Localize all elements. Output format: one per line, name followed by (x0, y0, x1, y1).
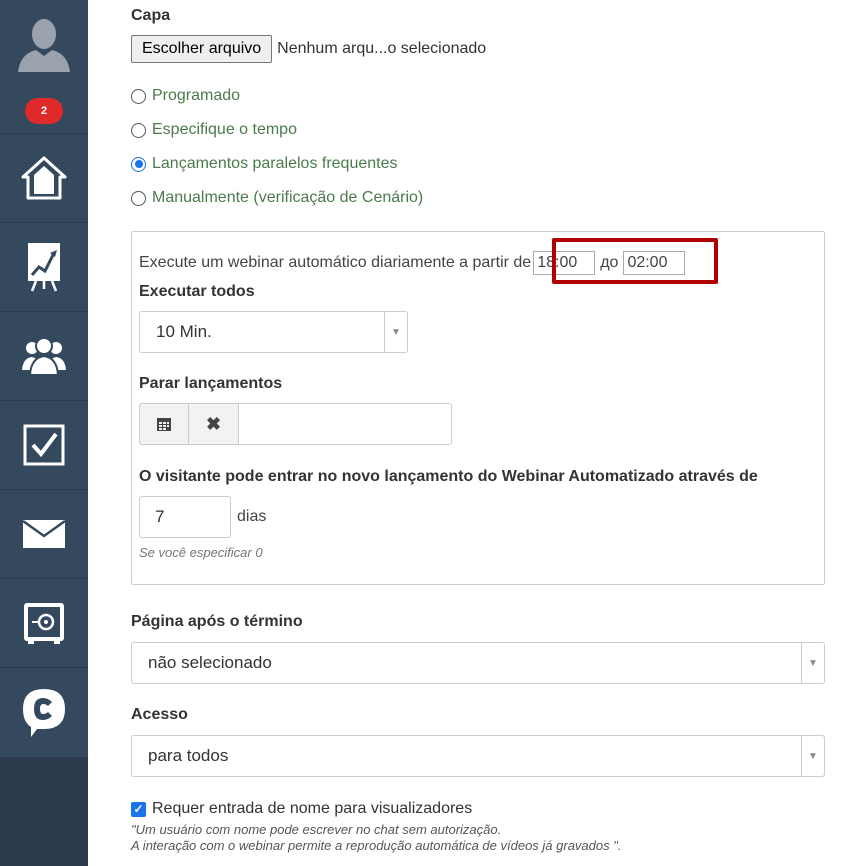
notification-row[interactable]: 2 (0, 88, 88, 134)
days-unit: dias (237, 508, 267, 525)
access-select[interactable]: para todos ▼ (131, 735, 825, 777)
sidebar-item-home[interactable] (0, 134, 88, 223)
sidebar-nav: 2 (0, 0, 88, 757)
calendar-icon (157, 418, 171, 431)
mail-icon (22, 519, 66, 548)
stop-date-group: ✖ (139, 403, 452, 445)
close-icon: ✖ (205, 413, 222, 434)
radio-button[interactable] (131, 88, 146, 104)
cover-label: Capa (131, 7, 171, 24)
highlight-box (552, 238, 718, 284)
require-name-checkbox-row[interactable]: ✓ Requer entrada de nome para visualizad… (131, 800, 472, 818)
require-name-label: Requer entrada de nome para visualizador… (152, 800, 473, 817)
cover-file-picker: Escolher arquivo Nenhum arqu...o selecio… (131, 35, 486, 63)
sidebar-item-mail[interactable] (0, 490, 88, 579)
stop-date-input[interactable] (239, 403, 452, 445)
days-hint: Se você especificar 0 (139, 545, 263, 560)
sidebar-item-users[interactable] (0, 312, 88, 401)
safe-icon (24, 603, 64, 644)
clear-date-button[interactable]: ✖ (189, 403, 239, 445)
file-status: Nenhum arqu...o selecionado (277, 40, 487, 57)
visitor-join-label: O visitante pode entrar no novo lançamen… (139, 468, 758, 485)
stop-launches-label: Parar lançamentos (139, 375, 283, 392)
radio-scheduled[interactable]: Programado (131, 87, 240, 105)
run-every-value: 10 Min. (156, 322, 212, 341)
radio-parallel-launches[interactable]: Lançamentos paralelos frequentes (131, 155, 398, 173)
sidebar-item-analytics[interactable] (0, 223, 88, 312)
radio-specify-time[interactable]: Especifique o tempo (131, 121, 297, 139)
chart-board-icon (28, 243, 60, 292)
days-input[interactable]: 7 (139, 496, 231, 538)
user-avatar-icon (18, 19, 70, 72)
radio-button[interactable] (131, 190, 146, 206)
calendar-button[interactable] (139, 403, 189, 445)
radio-label: Programado (152, 87, 241, 104)
radio-label: Especifique o tempo (152, 121, 297, 138)
radio-manual[interactable]: Manualmente (verificação de Cenário) (131, 189, 423, 207)
choose-file-button[interactable]: Escolher arquivo (131, 35, 273, 63)
page-after-select[interactable]: não selecionado ▼ (131, 642, 825, 684)
run-every-label: Executar todos (139, 283, 255, 300)
sidebar-item-chat[interactable] (0, 668, 88, 757)
sidebar-item-storage[interactable] (0, 579, 88, 668)
require-name-note-line1: "Um usuário com nome pode escrever no ch… (131, 822, 502, 837)
home-icon (21, 156, 67, 200)
dropdown-arrow-icon[interactable]: ▼ (801, 736, 824, 776)
days-row: 7 dias (139, 496, 266, 538)
schedule-prefix: Execute um webinar automático diariament… (139, 254, 532, 271)
chat-logo-icon (23, 688, 65, 737)
dropdown-arrow-icon[interactable]: ▼ (384, 312, 407, 352)
require-name-checkbox[interactable]: ✓ (131, 801, 146, 817)
notification-badge: 2 (25, 97, 63, 124)
radio-button[interactable] (131, 122, 146, 138)
require-name-note-line2: A interação com o webinar permite a repr… (131, 838, 622, 853)
page-after-value: não selecionado (148, 653, 272, 672)
run-every-select[interactable]: 10 Min. ▼ (139, 311, 408, 353)
sidebar-item-tasks[interactable] (0, 401, 88, 490)
sidebar: 2 (0, 0, 88, 866)
dropdown-arrow-icon[interactable]: ▼ (801, 643, 824, 683)
access-label: Acesso (131, 706, 188, 723)
checkbox-icon (23, 424, 65, 466)
page-after-label: Página após o término (131, 613, 303, 630)
avatar[interactable] (0, 0, 88, 88)
schedule-panel: Execute um webinar automático diariament… (131, 231, 825, 585)
radio-button[interactable] (131, 156, 146, 172)
radio-label: Lançamentos paralelos frequentes (152, 155, 398, 172)
access-value: para todos (148, 746, 229, 765)
radio-label: Manualmente (verificação de Cenário) (152, 189, 424, 206)
users-icon (22, 337, 66, 376)
